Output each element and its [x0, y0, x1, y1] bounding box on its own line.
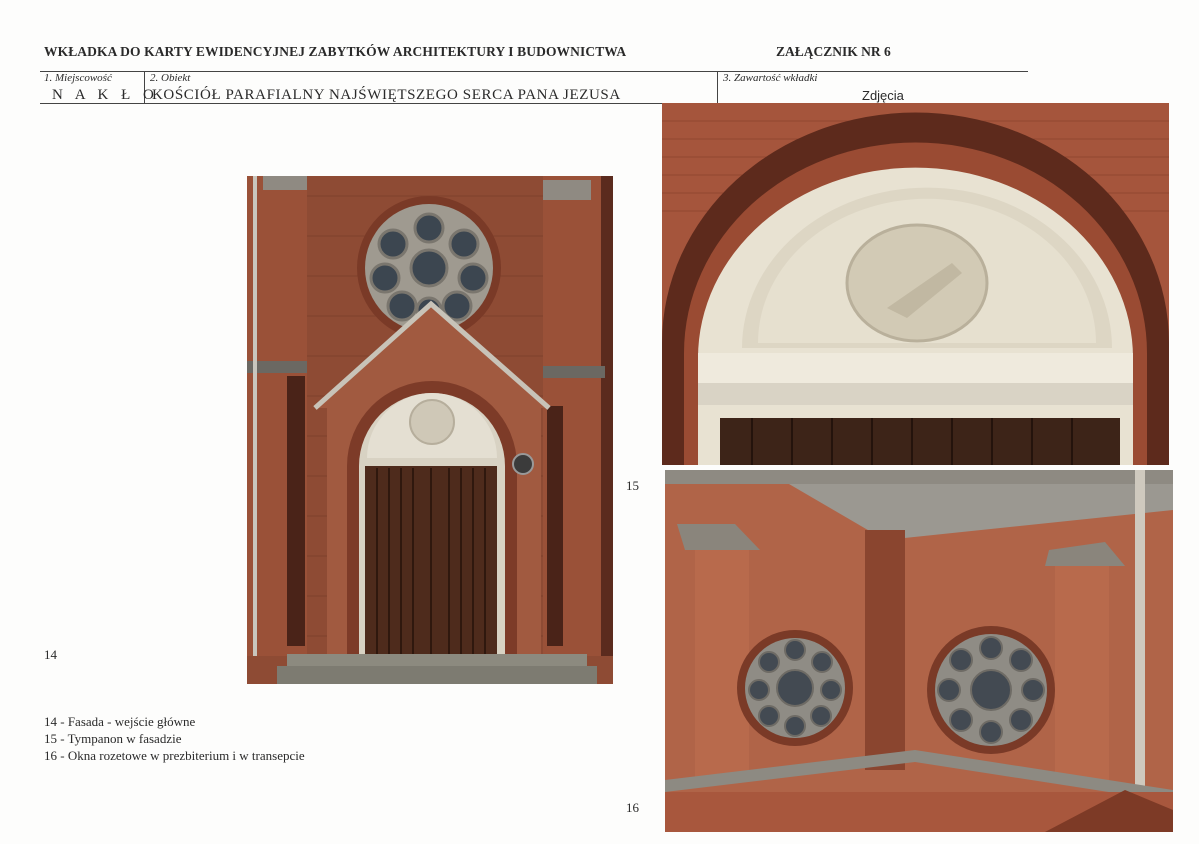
caption-item: 15 - Tympanon w fasadzie	[44, 731, 182, 746]
document-title: WKŁADKA DO KARTY EWIDENCYJNEJ ZABYTKÓW A…	[44, 44, 627, 59]
photo-number-14: 14	[44, 647, 57, 662]
caption-item: 14 - Fasada - wejście główne	[44, 714, 196, 729]
photo-number-15: 15	[626, 478, 639, 493]
caption-list: 14 - Fasada - wejście główne 15 - Tympan…	[44, 713, 305, 764]
photo-facade-main-entrance	[247, 176, 613, 684]
photo-tympanum	[662, 103, 1169, 465]
field-divider-2	[717, 71, 718, 104]
caption-item: 16 - Okna rozetowe w prezbiterium i w tr…	[44, 748, 305, 763]
content-value: Zdjęcia	[862, 88, 904, 103]
object-value: KOŚCIÓŁ PARAFIALNY NAJŚWIĘTSZEGO SERCA P…	[152, 87, 621, 103]
object-label: 2. Obiekt	[150, 72, 191, 84]
content-label: 3. Zawartość wkładki	[723, 72, 818, 84]
photo-rose-windows	[665, 470, 1173, 832]
photo-number-16: 16	[626, 800, 639, 815]
place-label: 1. Miejscowość	[44, 72, 112, 84]
annex-label: ZAŁĄCZNIK NR 6	[776, 44, 891, 59]
place-value: N A K Ł O	[52, 87, 159, 103]
